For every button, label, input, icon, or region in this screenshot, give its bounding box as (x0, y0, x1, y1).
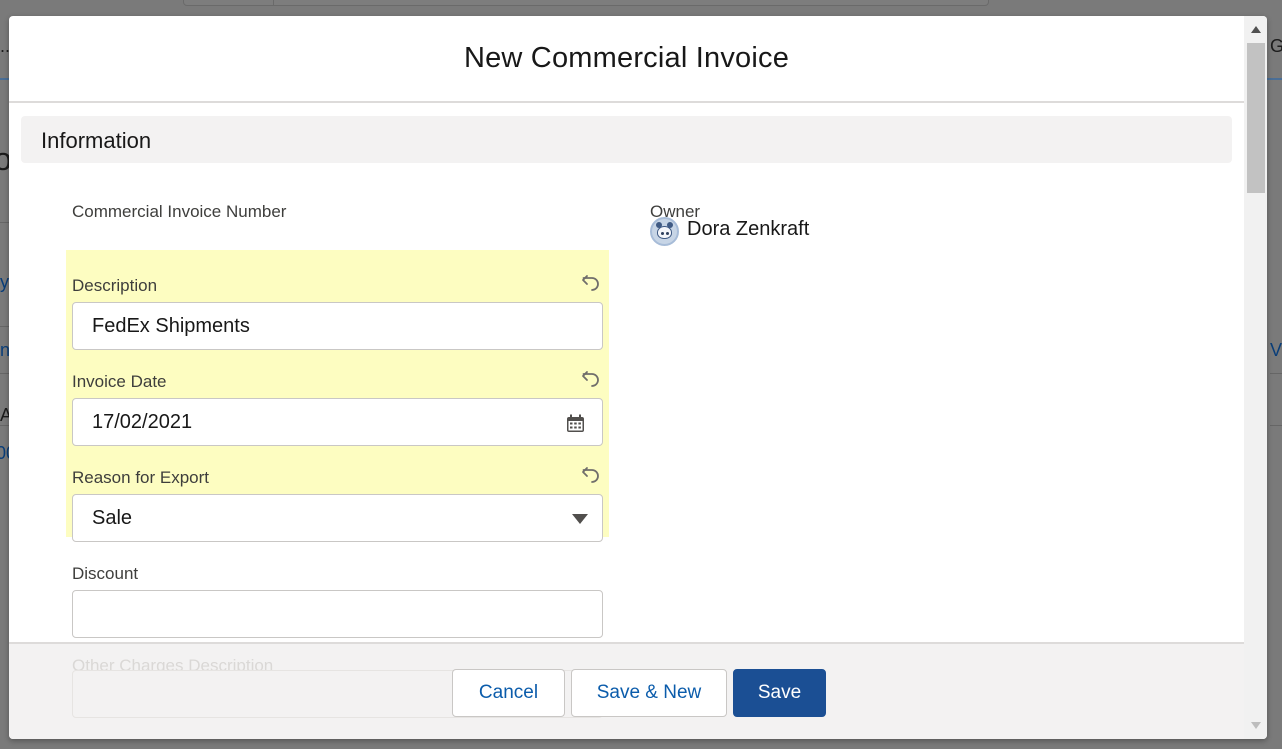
invoice-date-label: Invoice Date (72, 372, 167, 391)
modal-footer: Other Charges Description Cancel Save & … (9, 642, 1244, 739)
save-and-new-button[interactable]: Save & New (571, 669, 727, 717)
background-text-fragment: G (1270, 36, 1282, 56)
invoice-number-label: Commercial Invoice Number (72, 202, 287, 221)
undo-icon[interactable] (581, 272, 601, 292)
owner-name-link[interactable]: Dora Zenkraft (687, 218, 809, 241)
description-value: FedEx Shipments (92, 315, 250, 337)
save-button[interactable]: Save (733, 669, 826, 717)
scrollbar-thumb[interactable] (1247, 43, 1265, 193)
reason-for-export-value: Sale (92, 507, 133, 529)
reason-for-export-label: Reason for Export (72, 468, 210, 487)
modal-header: New Commercial Invoice (9, 16, 1244, 103)
reason-for-export-select[interactable]: Sale (72, 494, 603, 542)
background-search-bar (183, 0, 989, 6)
avatar-icon (650, 217, 679, 246)
scroll-down-arrow-icon[interactable] (1251, 722, 1261, 729)
undo-icon[interactable] (581, 464, 601, 484)
section-title: Information (41, 128, 152, 153)
invoice-date-value: 17/02/2021 (92, 411, 193, 433)
modal-body: Information Commercial Invoice Number Ow… (9, 105, 1244, 643)
section-header-information[interactable]: Information (21, 116, 1232, 163)
background-link-fragment: V (1270, 340, 1282, 360)
new-commercial-invoice-modal: New Commercial Invoice Information Comme… (9, 16, 1267, 739)
discount-field[interactable] (72, 590, 603, 638)
description-field[interactable]: FedEx Shipments (72, 302, 603, 350)
background-link-fragment: y (0, 272, 9, 292)
modal-title: New Commercial Invoice (463, 42, 790, 74)
discount-label: Discount (72, 564, 139, 583)
calendar-icon[interactable] (566, 414, 585, 433)
invoice-date-field[interactable]: 17/02/2021 (72, 398, 603, 446)
caret-down-icon[interactable] (572, 514, 588, 524)
scroll-up-arrow-icon[interactable] (1251, 26, 1261, 33)
description-label: Description (72, 276, 158, 295)
undo-icon[interactable] (581, 368, 601, 388)
modal-scrollbar[interactable] (1244, 16, 1267, 739)
cancel-button[interactable]: Cancel (452, 669, 565, 717)
